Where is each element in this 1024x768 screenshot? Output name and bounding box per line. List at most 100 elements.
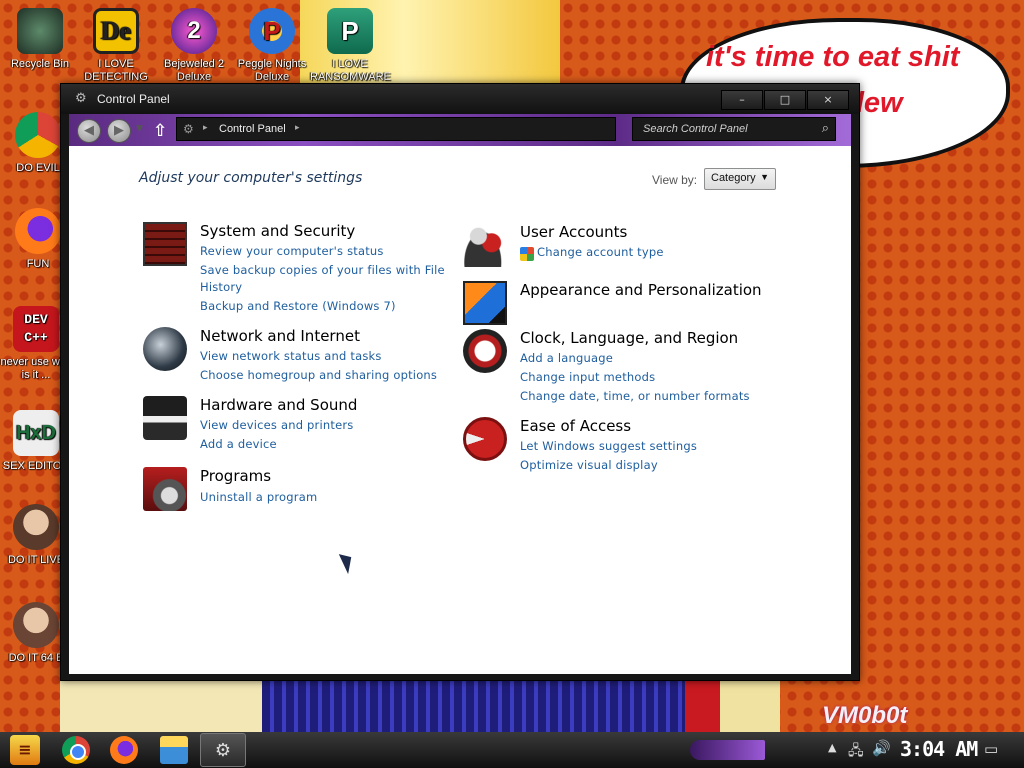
- taskbar-firefox-icon[interactable]: [110, 736, 138, 764]
- breadcrumb-control-panel[interactable]: Control Panel: [219, 123, 286, 135]
- category-link[interactable]: Change date, time, or number formats: [520, 389, 750, 403]
- desktop-icon-label: Recycle Bin: [10, 58, 70, 70]
- category-link[interactable]: Optimize visual display: [520, 458, 658, 472]
- desktop-icon-label: Bejeweled 2 Deluxe: [164, 58, 224, 83]
- control-panel-content: Adjust your computer's settings View by:…: [69, 146, 851, 674]
- category-link[interactable]: Add a device: [200, 437, 277, 451]
- dev-cpp-icon: DEV C++: [13, 306, 59, 352]
- category-link[interactable]: Choose homegroup and sharing options: [200, 368, 437, 382]
- category-title[interactable]: User Accounts: [520, 223, 627, 241]
- category-link[interactable]: Add a language: [520, 351, 613, 365]
- category-system-security: System and Security Review your computer…: [143, 222, 445, 318]
- peggle-icon: P: [249, 8, 295, 54]
- category-hardware-sound: Hardware and Sound View devices and prin…: [143, 396, 443, 452]
- category-ease-of-access: Ease of Access Let Windows suggest setti…: [463, 417, 803, 473]
- address-bar[interactable]: ⚙ ▸ Control Panel ▸: [176, 117, 616, 141]
- chevron-down-icon: ▼: [760, 172, 769, 182]
- category-title[interactable]: System and Security: [200, 222, 355, 240]
- category-title[interactable]: Appearance and Personalization: [520, 281, 762, 299]
- chrome-icon: [15, 112, 61, 158]
- publisher-icon: P: [327, 8, 373, 54]
- desktop-icon-label: I LOVE RANSOMWARE: [310, 58, 391, 83]
- breadcrumb-separator-icon[interactable]: ▸: [203, 123, 208, 133]
- category-programs: Programs Uninstall a program: [143, 467, 443, 515]
- taskbar-chrome-icon[interactable]: [62, 736, 90, 764]
- ease-of-access-icon[interactable]: [463, 417, 507, 461]
- up-arrow-icon[interactable]: ⇧: [153, 121, 167, 141]
- category-title[interactable]: Clock, Language, and Region: [520, 329, 738, 347]
- category-link[interactable]: Let Windows suggest settings: [520, 439, 697, 453]
- category-link[interactable]: Change account type: [537, 245, 664, 259]
- breadcrumb-separator-icon[interactable]: ▸: [295, 123, 300, 133]
- view-by-value: Category: [711, 172, 756, 184]
- recent-pages-dropdown[interactable]: ▼: [136, 124, 143, 134]
- portrait-icon: [13, 504, 59, 550]
- programs-icon[interactable]: [143, 467, 187, 511]
- portrait-6-icon: [13, 602, 59, 648]
- wallpaper-watermark: VM0b0t: [822, 702, 908, 729]
- desktop-icon-peggle[interactable]: P Peggle Nights Deluxe: [232, 8, 312, 84]
- network-icon[interactable]: 🖧: [848, 740, 864, 764]
- start-logo-icon: ≡: [18, 740, 32, 759]
- arrow-right-icon: ▶: [114, 123, 124, 138]
- category-link[interactable]: View devices and printers: [200, 418, 353, 432]
- taskbar: ≡ ⚙ ▲ 🖧 🔊 3:04 AM ▭: [0, 732, 1024, 768]
- page-heading: Adjust your computer's settings: [139, 170, 363, 186]
- search-icon[interactable]: ⌕: [822, 121, 829, 136]
- back-button[interactable]: ◀: [77, 119, 101, 143]
- desktop-icon-recycle-bin[interactable]: Recycle Bin: [0, 8, 80, 71]
- desktop-icon-bejeweled[interactable]: 2 Bejeweled 2 Deluxe: [154, 8, 234, 84]
- category-title[interactable]: Hardware and Sound: [200, 396, 357, 414]
- navigation-bar: ◀ ▶ ▼ ⇧ ⚙ ▸ Control Panel ▸ Search Contr…: [69, 114, 851, 146]
- network-internet-icon[interactable]: [143, 327, 187, 371]
- title-bar[interactable]: ⚙ Control Panel – □ ×: [61, 84, 859, 114]
- category-title[interactable]: Network and Internet: [200, 327, 360, 345]
- control-panel-icon: ⚙: [214, 740, 232, 761]
- maximize-button[interactable]: □: [764, 90, 806, 110]
- category-link[interactable]: Uninstall a program: [200, 490, 317, 504]
- category-link[interactable]: Backup and Restore (Windows 7): [200, 299, 396, 313]
- minimize-button[interactable]: –: [721, 90, 763, 110]
- desktop-icon-label: I LOVE DETECTING: [84, 58, 148, 83]
- wallpaper-bottom-left: [60, 680, 265, 732]
- taskbar-clock[interactable]: 3:04 AM: [900, 737, 978, 761]
- appearance-icon[interactable]: [463, 281, 507, 325]
- desktop-icon-i-love-detecting[interactable]: De I LOVE DETECTING: [76, 8, 156, 84]
- wallpaper-bottom-yellow: [720, 680, 780, 732]
- notification-icon[interactable]: ▭: [984, 740, 998, 758]
- hardware-sound-icon[interactable]: [143, 396, 187, 440]
- category-link[interactable]: History: [200, 280, 242, 294]
- search-placeholder: Search Control Panel: [643, 123, 748, 135]
- category-link[interactable]: View network status and tasks: [200, 349, 382, 363]
- category-title[interactable]: Ease of Access: [520, 417, 631, 435]
- user-accounts-icon[interactable]: [463, 223, 507, 267]
- category-title[interactable]: Programs: [200, 467, 271, 485]
- desktop-icon-ransomware[interactable]: P I LOVE RANSOMWARE: [310, 8, 391, 84]
- close-button[interactable]: ×: [807, 90, 849, 110]
- firefox-icon: [15, 208, 61, 254]
- control-panel-window: ⚙ Control Panel – □ × ◀ ▶ ▼ ⇧ ⚙ ▸ Contro…: [60, 83, 860, 681]
- window-title: Control Panel: [97, 92, 170, 106]
- taskbar-control-panel-button[interactable]: ⚙: [200, 733, 246, 767]
- recycle-bin-icon: [17, 8, 63, 54]
- show-hidden-icons-icon[interactable]: ▲: [828, 741, 836, 754]
- search-input[interactable]: Search Control Panel ⌕: [632, 117, 836, 141]
- category-link[interactable]: Save backup copies of your files with Fi…: [200, 263, 445, 277]
- clock-region-icon[interactable]: [463, 329, 507, 373]
- forward-button[interactable]: ▶: [107, 119, 131, 143]
- system-security-icon[interactable]: [143, 222, 187, 266]
- control-panel-title-icon: ⚙: [75, 91, 87, 106]
- arrow-left-icon: ◀: [84, 123, 94, 138]
- taskbar-decoration: [690, 740, 765, 760]
- bejeweled-icon: 2: [171, 8, 217, 54]
- category-appearance-personalization: Appearance and Personalization: [463, 281, 803, 325]
- taskbar-file-explorer-icon[interactable]: [160, 736, 188, 764]
- control-panel-address-icon: ⚙: [183, 122, 194, 136]
- volume-icon[interactable]: 🔊: [872, 739, 891, 757]
- category-link[interactable]: Change input methods: [520, 370, 655, 384]
- category-link[interactable]: Review your computer's status: [200, 244, 384, 258]
- hxd-icon: HxD: [13, 410, 59, 456]
- start-button[interactable]: ≡: [10, 735, 40, 765]
- category-network-internet: Network and Internet View network status…: [143, 327, 443, 387]
- view-by-dropdown[interactable]: Category ▼: [704, 168, 776, 190]
